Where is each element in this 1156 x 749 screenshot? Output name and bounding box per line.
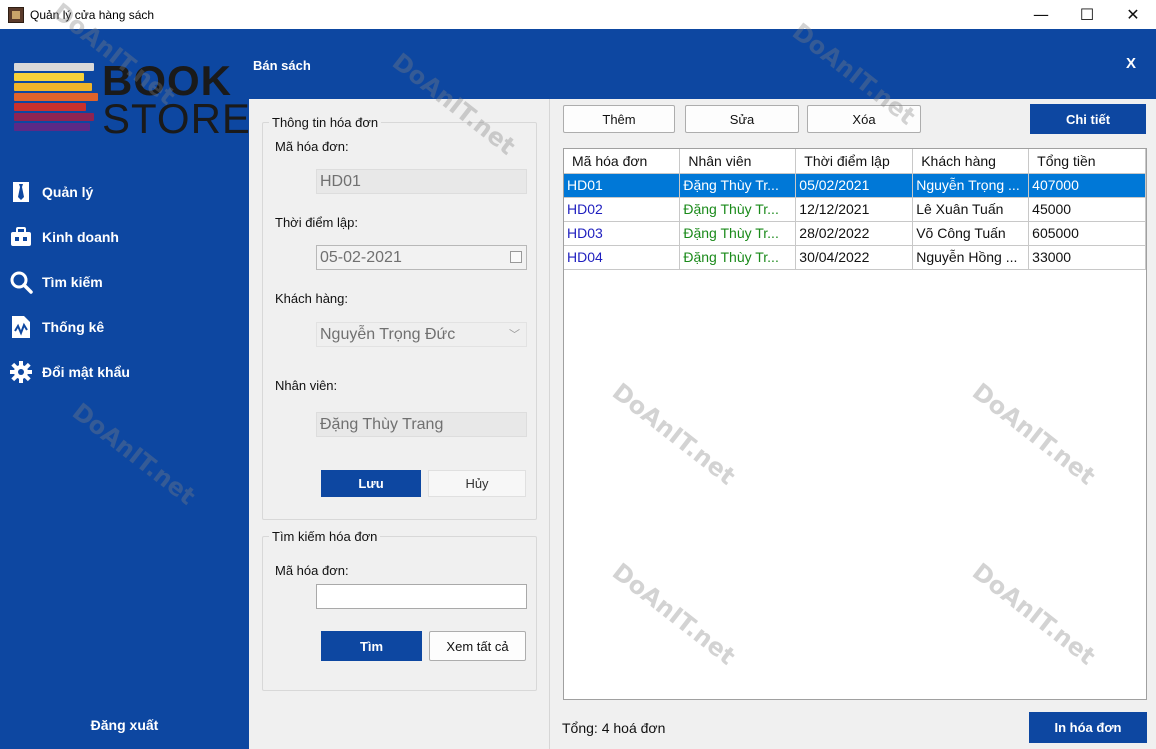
report-chart-icon — [8, 314, 34, 340]
sidebar-item-label: Kinh doanh — [42, 228, 119, 245]
search-id-label: Mã hóa đơn: — [275, 563, 349, 578]
sidebar-item-tim-kiem[interactable]: Tìm kiếm — [0, 259, 249, 304]
column-header[interactable]: Mã hóa đơn — [564, 149, 681, 174]
sidebar-item-kinh-doanh[interactable]: Kinh doanh — [0, 214, 249, 259]
chevron-down-icon: ﹀ — [509, 329, 520, 341]
employee-label: Nhân viên: — [275, 378, 338, 393]
column-header[interactable]: Nhân viên — [679, 149, 797, 174]
table-row[interactable]: HD03 Đặng Thùy Tr... 28/02/2022 Võ Công … — [564, 221, 1146, 246]
add-button[interactable]: Thêm — [563, 105, 675, 133]
search-invoice-group: Tìm kiếm hóa đơn — [262, 529, 537, 691]
sidebar-nav: Quản lý Kinh doanh Tìm kiếm Thống kê Đổi… — [0, 169, 249, 394]
cell-employee[interactable]: Đặng Thùy Tr... — [679, 173, 797, 198]
invoice-list-panel: Thêm Sửa Xóa Chi tiết Mã hóa đơn Nhân vi… — [549, 99, 1156, 749]
cell-date[interactable]: 12/12/2021 — [795, 197, 914, 222]
delete-button[interactable]: Xóa — [807, 105, 921, 133]
cell-employee[interactable]: Đặng Thùy Tr... — [679, 245, 797, 270]
minimize-button[interactable]: — — [1018, 0, 1064, 29]
column-header[interactable]: Thời điểm lập — [795, 149, 914, 174]
sidebar: BOOK STORE Quản lý Kinh doanh Tìm kiếm T… — [0, 29, 250, 749]
sidebar-item-label: Đổi mật khẩu — [42, 363, 130, 380]
sidebar-item-quan-ly[interactable]: Quản lý — [0, 169, 249, 214]
cell-invoice-id[interactable]: HD01 — [564, 173, 681, 198]
invoice-id-field[interactable]: HD01 — [316, 169, 527, 194]
print-invoice-button[interactable]: In hóa đơn — [1029, 712, 1147, 743]
cell-customer[interactable]: Nguyễn Hồng ... — [912, 245, 1030, 270]
sidebar-item-thong-ke[interactable]: Thống kê — [0, 304, 249, 349]
cell-date[interactable]: 30/04/2022 — [795, 245, 914, 270]
cell-total[interactable]: 407000 — [1028, 173, 1146, 198]
date-value: 05-02-2021 — [320, 249, 402, 266]
maximize-button[interactable]: ☐ — [1064, 0, 1110, 29]
sidebar-item-label: Quản lý — [42, 183, 94, 200]
gear-icon — [8, 359, 34, 385]
cancel-button[interactable]: Hủy — [428, 470, 526, 497]
briefcase-icon — [8, 224, 34, 250]
column-header[interactable]: Tổng tiền — [1028, 149, 1146, 174]
cell-customer[interactable]: Lê Xuân Tuấn — [912, 197, 1030, 222]
show-all-button[interactable]: Xem tất cả — [429, 631, 526, 661]
panel-close-button[interactable]: X — [1126, 55, 1136, 72]
search-icon — [8, 269, 34, 295]
cell-invoice-id[interactable]: HD04 — [564, 245, 681, 270]
column-header[interactable]: Khách hàng — [912, 149, 1030, 174]
cell-customer[interactable]: Nguyễn Trọng ... — [912, 173, 1030, 198]
logout-button[interactable]: Đăng xuất — [0, 717, 249, 733]
customer-value: Nguyễn Trọng Đức — [320, 326, 456, 343]
cell-total[interactable]: 33000 — [1028, 245, 1146, 270]
cell-invoice-id[interactable]: HD03 — [564, 221, 681, 246]
total-count-text: Tổng: 4 hoá đơn — [562, 720, 666, 736]
cell-customer[interactable]: Võ Công Tuấn — [912, 221, 1030, 246]
table-row[interactable]: HD04 Đặng Thùy Tr... 30/04/2022 Nguyễn H… — [564, 245, 1146, 270]
cell-employee[interactable]: Đặng Thùy Tr... — [679, 197, 797, 222]
page-header: Bán sách X — [249, 29, 1156, 99]
table-header-row: Mã hóa đơn Nhân viên Thời điểm lập Khách… — [564, 149, 1146, 174]
app-icon — [8, 6, 24, 23]
employee-field[interactable]: Đặng Thùy Trang — [316, 412, 527, 437]
sidebar-item-doi-mat-khau[interactable]: Đổi mật khẩu — [0, 349, 249, 394]
date-label: Thời điểm lập: — [275, 215, 358, 230]
invoice-grid: Mã hóa đơn Nhân viên Thời điểm lập Khách… — [564, 149, 1146, 270]
page-title: Bán sách — [253, 58, 311, 73]
invoice-id-label: Mã hóa đơn: — [275, 139, 349, 154]
window-controls: — ☐ ✕ — [1018, 0, 1156, 29]
cell-date[interactable]: 05/02/2021 — [795, 173, 914, 198]
calendar-icon[interactable] — [510, 251, 522, 263]
logo-bars-graphic — [14, 61, 98, 137]
save-button[interactable]: Lưu — [321, 470, 421, 497]
window-title: Quản lý cửa hàng sách — [30, 7, 155, 22]
customer-select[interactable]: Nguyễn Trọng Đức ﹀ — [316, 322, 527, 347]
sidebar-item-label: Tìm kiếm — [42, 273, 103, 290]
cell-invoice-id[interactable]: HD02 — [564, 197, 681, 222]
invoice-info-legend: Thông tin hóa đơn — [272, 115, 379, 130]
table-row[interactable]: HD01 Đặng Thùy Tr... 05/02/2021 Nguyễn T… — [564, 173, 1146, 198]
cell-total[interactable]: 605000 — [1028, 221, 1146, 246]
window-close-button[interactable]: ✕ — [1110, 0, 1156, 29]
customer-label: Khách hàng: — [275, 291, 349, 306]
edit-button[interactable]: Sửa — [685, 105, 799, 133]
date-picker[interactable]: 05-02-2021 — [316, 245, 527, 270]
bookstore-logo: BOOK STORE — [14, 57, 250, 142]
sidebar-item-label: Thống kê — [42, 318, 105, 335]
tie-icon — [8, 179, 34, 205]
search-invoice-legend: Tìm kiếm hóa đơn — [272, 529, 378, 544]
cell-employee[interactable]: Đặng Thùy Tr... — [679, 221, 797, 246]
cell-date[interactable]: 28/02/2022 — [795, 221, 914, 246]
search-input[interactable] — [316, 584, 527, 609]
invoice-form-panel: Thông tin hóa đơn Mã hóa đơn: HD01 Thời … — [249, 99, 549, 749]
table-row[interactable]: HD02 Đặng Thùy Tr... 12/12/2021 Lê Xuân … — [564, 197, 1146, 222]
detail-button[interactable]: Chi tiết — [1030, 104, 1146, 134]
window-title-bar: Quản lý cửa hàng sách — ☐ ✕ — [0, 0, 1156, 29]
logo-line-2: STORE — [102, 95, 251, 142]
invoice-table[interactable]: Mã hóa đơn Nhân viên Thời điểm lập Khách… — [563, 148, 1147, 700]
cell-total[interactable]: 45000 — [1028, 197, 1146, 222]
find-button[interactable]: Tìm — [321, 631, 422, 661]
